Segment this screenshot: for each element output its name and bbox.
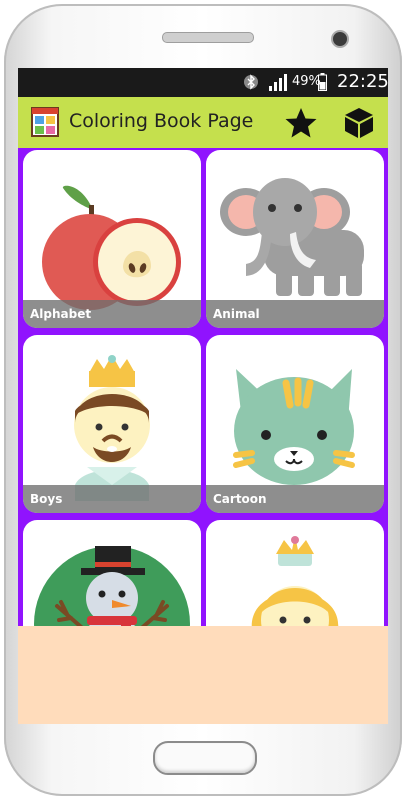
- signal-icon: [269, 74, 287, 91]
- card-label-bar: Alphabet: [23, 300, 201, 328]
- category-card-animal[interactable]: Animal: [206, 150, 384, 328]
- card-label: Cartoon: [213, 492, 267, 506]
- bluetooth-icon: [244, 74, 258, 90]
- battery-percent: 49%: [292, 74, 321, 89]
- app-bar: Coloring Book Page: [18, 97, 388, 148]
- clock: 22:25: [337, 71, 388, 92]
- card-label: Animal: [213, 307, 260, 321]
- app-title: Coloring Book Page: [69, 110, 254, 132]
- card-label-bar: Boys: [23, 485, 201, 513]
- battery-icon: [318, 73, 327, 91]
- front-camera: [331, 30, 349, 48]
- card-label: Boys: [30, 492, 63, 506]
- home-button[interactable]: [153, 741, 257, 775]
- card-label-bar: Animal: [206, 300, 384, 328]
- earpiece-speaker: [162, 32, 254, 43]
- card-label: Alphabet: [30, 307, 92, 321]
- screen: 49% 22:25 Coloring Book Page Alphabet An…: [18, 68, 388, 724]
- status-bar: 49% 22:25: [18, 68, 388, 97]
- category-card-alphabet[interactable]: Alphabet: [23, 150, 201, 328]
- cube-icon[interactable]: [342, 106, 376, 140]
- app-logo-icon: [31, 107, 59, 137]
- category-card-cartoon[interactable]: Cartoon: [206, 335, 384, 513]
- star-icon[interactable]: [284, 106, 318, 140]
- category-card-boys[interactable]: Boys: [23, 335, 201, 513]
- bottom-panel: [18, 626, 388, 724]
- card-label-bar: Cartoon: [206, 485, 384, 513]
